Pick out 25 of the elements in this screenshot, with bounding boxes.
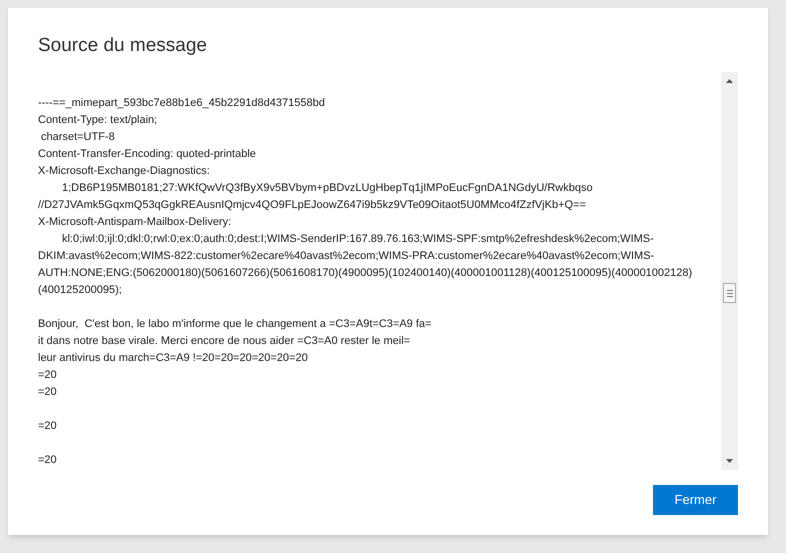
- dialog-title: Source du message: [38, 34, 207, 58]
- source-line: AUTH:NONE;ENG:(5062000180)(5061607266)(5061608170)(4900095)(102400140)(400001001128)(400125100095)(400001002128): [38, 267, 692, 279]
- source-line: Content-Type: text/plain;: [38, 114, 158, 126]
- source-line: kl:0;iwl:0;ijl:0;dkl:0;rwl:0;ex:0;auth:0;dest:I;WIMS-SenderIP:167.89.76.163;WIMS-SPF:smtp%2efreshdesk%2ecom;WIMS-: [62, 233, 654, 245]
- source-line: it dans notre base virale. Merci encore de nous aider =C3=A0 rester le meil=: [38, 335, 410, 347]
- source-line: 1;DB6P195MB0181;27:WKfQwVrQ3fByX9v5BVbym+pBDvzLUgHbepTq1jIMPoEucFgnDA1NGdyU/Rwkbqso: [62, 182, 593, 194]
- source-line: ----==_mimepart_593bc7e88b1e6_45b2291d8d4371558bd: [38, 97, 325, 109]
- source-line: leur antivirus du march=C3=A9 !=20=20=20=20=20=20: [38, 352, 308, 364]
- source-line: X-Microsoft-Exchange-Diagnostics:: [38, 165, 210, 177]
- source-line: charset=UTF-8: [40, 131, 115, 143]
- scroll-down-icon[interactable]: [726, 459, 733, 463]
- close-button[interactable]: Fermer: [653, 485, 738, 515]
- source-line: (400125200095);: [38, 284, 122, 296]
- scrollbar-thumb[interactable]: [723, 283, 736, 303]
- scrollbar[interactable]: [721, 72, 738, 470]
- source-line: =20: [38, 369, 57, 381]
- source-line: Bonjour, C'est bon, le labo m'informe que le changement a =C3=A9t=C3=A9 fa=: [38, 318, 432, 330]
- source-line: DKIM:avast%2ecom;WIMS-822:customer%2ecare%40avast%2ecom;WIMS-PRA:customer%2ecare%40avast%2ecom;WIMS-: [38, 250, 654, 262]
- source-line: //D27JVAmk5GqxmQ53qGgkREAusnIQmjcv4QO9FLpEJoowZ647i9b5kz9VTe09Oitaot5U0MMco4fZzfVjKb+Q==: [38, 199, 586, 211]
- scroll-up-icon[interactable]: [726, 79, 733, 83]
- source-line: Content-Transfer-Encoding: quoted-printable: [38, 148, 256, 160]
- source-line: X-Microsoft-Antispam-Mailbox-Delivery:: [38, 216, 232, 228]
- source-line: =20: [38, 386, 57, 398]
- source-line: =20: [38, 420, 57, 432]
- source-line: =20: [38, 454, 57, 466]
